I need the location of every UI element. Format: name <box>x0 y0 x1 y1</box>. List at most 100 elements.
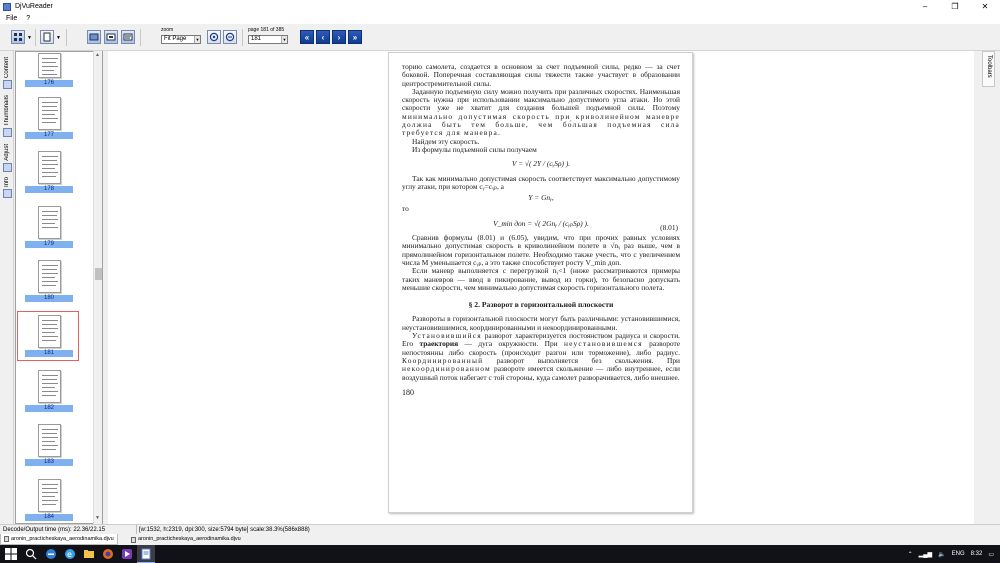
title-bar: DjVuReader – ❐ ✕ <box>0 0 1000 13</box>
formula-text: V_min доп = √( 2Gnᵧ / (cᵧₚSρ) ). <box>493 218 589 228</box>
firefox-icon[interactable] <box>102 548 114 560</box>
thumbnail-item[interactable]: 179 <box>24 206 73 248</box>
emphasized-text: минимально допустимая скорость при криво… <box>402 111 680 138</box>
thumbnail-item[interactable]: 178 <box>24 151 73 193</box>
view-color-button[interactable] <box>87 30 101 44</box>
thumbnail-item[interactable]: 183 <box>24 424 73 466</box>
prev-page-button[interactable]: ‹ <box>316 30 330 44</box>
zoom-select[interactable]: Fit Page ▼ <box>161 35 201 44</box>
network-icon[interactable]: ▂▄▆ <box>919 551 932 558</box>
zoom-out-icon <box>225 32 235 42</box>
toolbar-divider <box>140 29 141 46</box>
info-icon <box>2 189 12 199</box>
thumbnail-page-number: 183 <box>25 459 73 466</box>
toolbar-divider <box>35 29 36 46</box>
thumbnail-page-number: 178 <box>25 186 73 193</box>
formula: Y = Gnᵧ, <box>528 193 554 203</box>
first-page-button[interactable]: « <box>300 30 314 44</box>
thumbnails-icon <box>2 128 12 138</box>
ie-icon[interactable]: e <box>64 548 76 560</box>
paragraph: Установившийся разворот характеризуется … <box>402 331 680 382</box>
zoom-label: zoom <box>161 27 174 33</box>
toolbar-divider <box>242 29 243 46</box>
section-heading: § 2. Разворот в горизонтальной плоскости <box>468 300 614 310</box>
menu-file[interactable]: File <box>6 15 17 22</box>
thumbnail-item[interactable]: 177 <box>24 97 73 139</box>
status-bar: Decode/Output time (ms): 22.36/22.15 [w:… <box>0 524 1000 535</box>
grid-icon <box>14 33 22 41</box>
thumbnail-item[interactable]: 176 <box>24 53 73 87</box>
menu-help[interactable]: ? <box>26 15 30 22</box>
tab-content-label: Content <box>4 57 10 79</box>
layout-mode-button[interactable] <box>11 30 25 44</box>
document-tab-active[interactable]: aronin_practicheskaya_aerodinamika.djvu <box>0 534 118 545</box>
chevron-up-icon[interactable]: ⌃ <box>908 551 913 558</box>
menu-bar: File ? <box>0 13 1000 24</box>
thumbnail-item[interactable]: 184 <box>24 479 73 521</box>
close-button[interactable]: ✕ <box>970 0 1000 13</box>
document-tab[interactable]: aronin_practicheskaya_aerodinamika.djvu <box>128 534 244 545</box>
thumbnail-page-number: 180 <box>25 295 73 302</box>
tab-content[interactable]: Content <box>1 57 13 90</box>
view-mask-button[interactable] <box>104 30 118 44</box>
tab-info[interactable]: Info <box>1 177 13 199</box>
maximize-button[interactable]: ❐ <box>940 0 970 13</box>
folder-icon[interactable] <box>83 548 95 560</box>
paragraph: Развороты в горизонтальной плоскости мог… <box>402 314 680 332</box>
thumbnail-page <box>38 53 61 78</box>
paragraph: Из формулы подъемной силы получаем <box>412 144 537 154</box>
thumbnail-item[interactable]: 180 <box>24 260 73 302</box>
clock[interactable]: 8:32 <box>971 551 983 557</box>
tab-adjust[interactable]: Adjust <box>1 144 13 172</box>
formula-number: (8.01) <box>660 222 678 232</box>
thumbnail-page <box>38 370 61 403</box>
media-icon[interactable] <box>121 548 133 560</box>
paragraph: Заданную подъемную силу можно получить п… <box>402 86 680 138</box>
paragraph-text: Заданную подъемную силу можно получить п… <box>402 86 680 113</box>
zoom-in-icon <box>209 32 219 42</box>
next-page-button[interactable]: › <box>332 30 346 44</box>
svg-text:e: e <box>67 550 72 559</box>
tab-info-label: Info <box>4 177 10 188</box>
paragraph: Так как минимально допустимая скорость с… <box>402 173 680 191</box>
page-select[interactable]: 181 ▼ <box>248 35 288 44</box>
volume-icon[interactable]: 🔈 <box>938 551 945 558</box>
chevron-down-icon[interactable]: ▼ <box>56 35 61 41</box>
thumbnail-page-number: 176 <box>25 80 73 87</box>
thumbnail-page <box>38 424 61 457</box>
language-indicator[interactable]: ENG <box>952 551 965 557</box>
toolbar: ▼ ▼ zoom Fit Page ▼ page 181 of 385 181 … <box>0 24 1000 51</box>
scroll-up-icon[interactable]: ▲ <box>95 52 100 58</box>
tab-thumbnails-label: Thumbnails <box>4 95 10 127</box>
chevron-down-icon[interactable]: ▼ <box>27 35 32 41</box>
thumbnail-page <box>38 151 61 184</box>
zoom-out-button[interactable] <box>223 30 237 44</box>
text-icon <box>123 33 133 41</box>
search-icon[interactable] <box>25 548 37 560</box>
tab-thumbnails[interactable]: Thumbnails <box>1 95 13 138</box>
single-page-button[interactable] <box>40 30 54 44</box>
tab-toolbars[interactable]: Toolbars <box>982 51 995 87</box>
tab-toolbars-label: Toolbars <box>986 55 992 78</box>
last-page-button[interactable]: » <box>348 30 362 44</box>
thumbnail-item-selected[interactable]: 181 <box>17 311 79 361</box>
thumbnail-page-number: 179 <box>25 241 73 248</box>
windows-start-icon[interactable] <box>5 548 17 560</box>
notification-icon[interactable]: ▭ <box>988 551 994 558</box>
page-label: page 181 of 385 <box>248 27 285 33</box>
right-dock: Toolbars <box>978 51 1000 524</box>
scrollbar-thumb[interactable] <box>95 268 102 280</box>
window-title: DjVuReader <box>15 3 53 10</box>
view-text-button[interactable] <box>121 30 135 44</box>
scroll-down-icon[interactable]: ▼ <box>95 515 100 521</box>
zoom-in-button[interactable] <box>207 30 221 44</box>
thumbnails-scrollbar[interactable]: ▲ ▼ <box>93 51 102 524</box>
edge-icon[interactable] <box>45 548 57 560</box>
paragraph: Сравнив формулы (8.01) и (6.05), увидим,… <box>402 233 680 267</box>
left-dock: Content Thumbnails Adjust Info <box>0 51 14 524</box>
app-icon <box>3 2 11 11</box>
paragraph: то <box>402 204 409 214</box>
thumbnail-item[interactable]: 182 <box>24 370 73 412</box>
first-page-icon: « <box>304 32 310 42</box>
minimize-button[interactable]: – <box>910 0 940 13</box>
